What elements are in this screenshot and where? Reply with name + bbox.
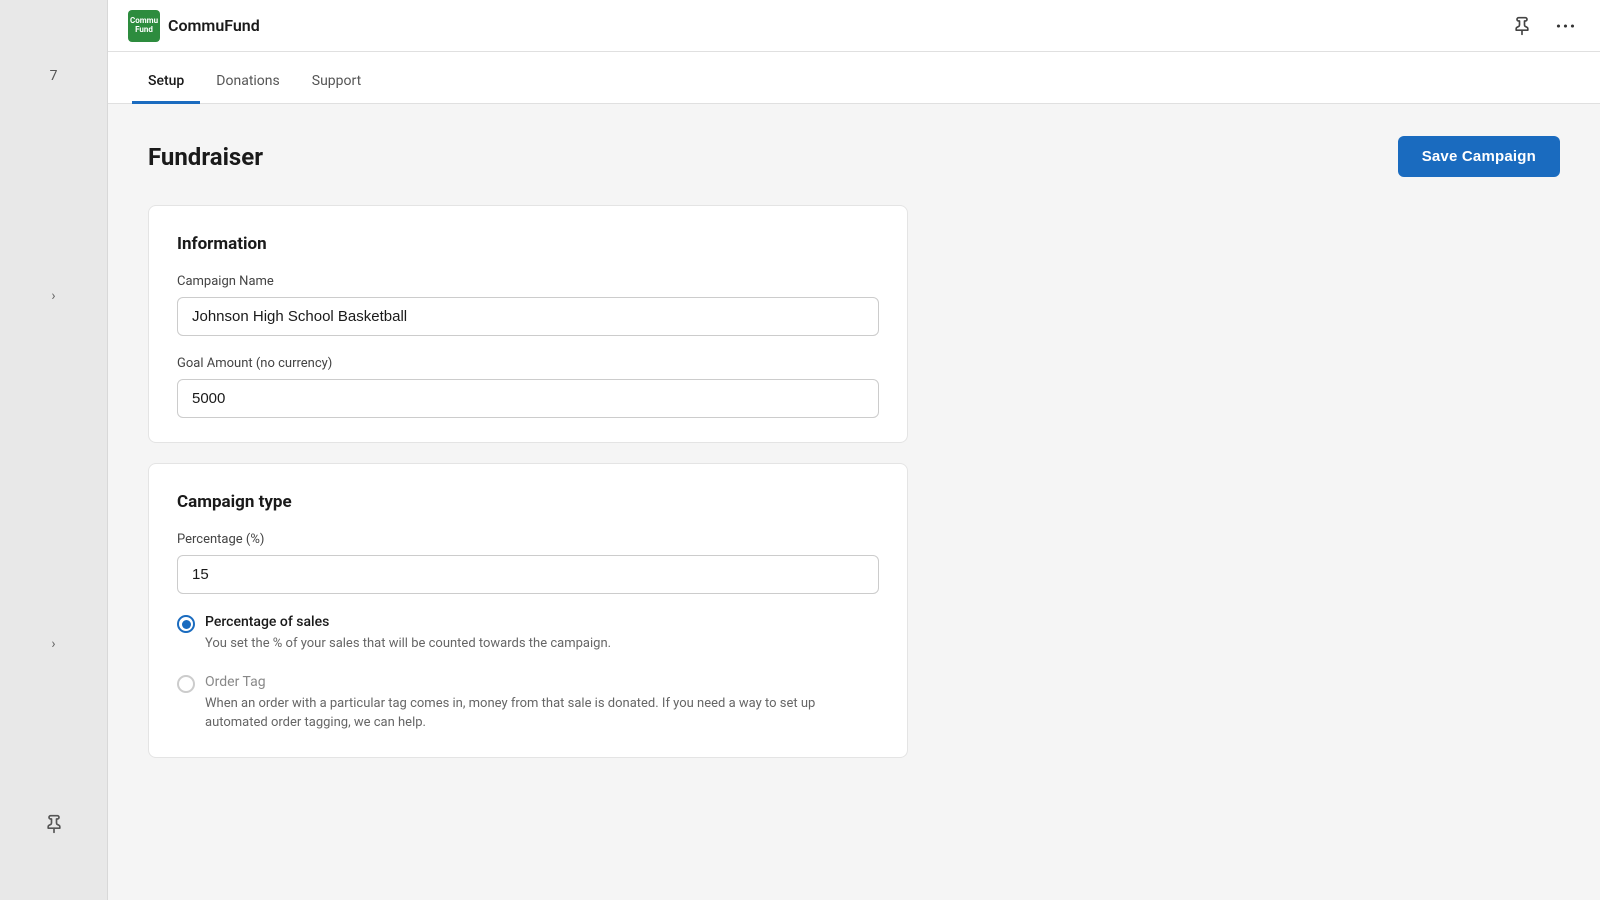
campaign-name-label: Campaign Name <box>177 274 879 289</box>
information-card-title: Information <box>177 234 879 254</box>
main-wrapper: CommuFund CommuFund ··· Setup Donations … <box>108 0 1600 900</box>
topbar-actions: ··· <box>1508 12 1580 40</box>
more-options-icon[interactable]: ··· <box>1552 12 1580 40</box>
pin-icon[interactable] <box>1508 12 1536 40</box>
radio-order-tag-label: Order Tag <box>205 674 879 690</box>
radio-percentage-sales-circle[interactable] <box>177 615 195 633</box>
goal-amount-input[interactable] <box>177 379 879 418</box>
brand: CommuFund CommuFund <box>128 10 260 42</box>
radio-order-tag-circle[interactable] <box>177 675 195 693</box>
page-header: Fundraiser Save Campaign <box>148 136 1560 177</box>
sidebar: 7 › › <box>0 0 108 900</box>
sidebar-pin-icon[interactable] <box>38 808 70 840</box>
tab-setup[interactable]: Setup <box>132 61 200 104</box>
tab-support[interactable]: Support <box>296 61 377 104</box>
percentage-label: Percentage (%) <box>177 532 879 547</box>
tab-donations[interactable]: Donations <box>200 61 295 104</box>
radio-order-tag-content: Order Tag When an order with a particula… <box>205 674 879 733</box>
sidebar-collapse-bottom[interactable]: › <box>38 628 70 660</box>
radio-percentage-sales-label: Percentage of sales <box>205 614 879 630</box>
campaign-name-input[interactable] <box>177 297 879 336</box>
radio-option-order-tag[interactable]: Order Tag When an order with a particula… <box>177 674 879 733</box>
save-campaign-button[interactable]: Save Campaign <box>1398 136 1560 177</box>
campaign-type-card: Campaign type Percentage (%) Percentage … <box>148 463 908 758</box>
information-card: Information Campaign Name Goal Amount (n… <box>148 205 908 443</box>
radio-percentage-sales-description: You set the % of your sales that will be… <box>205 634 879 654</box>
tabs: Setup Donations Support <box>108 52 1600 104</box>
content-area: Fundraiser Save Campaign Information Cam… <box>108 104 1600 900</box>
goal-amount-label: Goal Amount (no currency) <box>177 356 879 371</box>
radio-order-tag-description: When an order with a particular tag come… <box>205 694 879 733</box>
page-title: Fundraiser <box>148 143 263 171</box>
sidebar-collapse-top[interactable]: › <box>38 280 70 312</box>
radio-percentage-sales-content: Percentage of sales You set the % of you… <box>205 614 879 654</box>
percentage-input[interactable] <box>177 555 879 594</box>
brand-logo: CommuFund <box>128 10 160 42</box>
radio-option-percentage-sales[interactable]: Percentage of sales You set the % of you… <box>177 614 879 654</box>
topbar: CommuFund CommuFund ··· <box>108 0 1600 52</box>
campaign-type-card-title: Campaign type <box>177 492 879 512</box>
sidebar-number: 7 <box>50 68 58 84</box>
brand-name: CommuFund <box>168 16 260 35</box>
